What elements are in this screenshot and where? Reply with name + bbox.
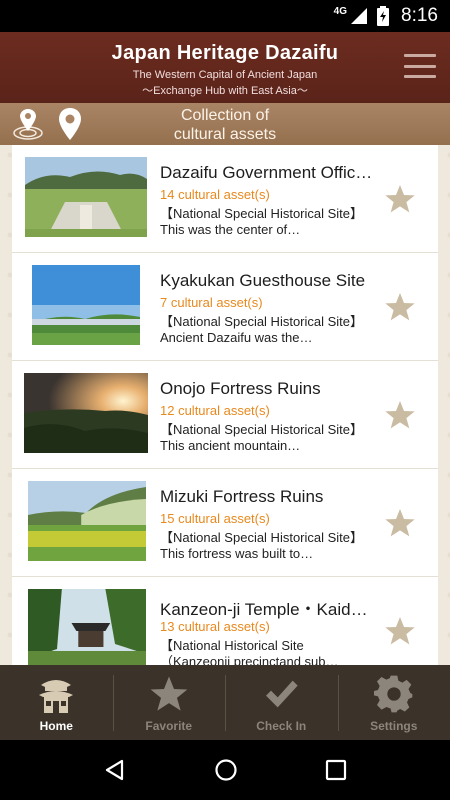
nav-favorite[interactable]: Favorite — [112, 665, 226, 740]
nav-settings-label: Settings — [370, 719, 418, 733]
asset-count: 13 cultural asset(s) — [160, 619, 270, 634]
item-title: Dazaifu Government Offic… — [160, 163, 373, 182]
list-item[interactable]: Kanzeon-ji Temple・Kaid… 13 cultural asse… — [12, 577, 438, 665]
battery-icon — [377, 6, 390, 26]
recents-square-icon[interactable] — [325, 759, 347, 781]
star-icon — [150, 676, 188, 711]
item-title: Kyakukan Guesthouse Site — [160, 271, 366, 290]
signal-icon — [351, 8, 368, 24]
list-item[interactable]: Onojo Fortress Ruins 12 cultural asset(s… — [12, 361, 438, 469]
bottom-navigation: Home Favorite Check In Settings — [0, 665, 450, 740]
back-icon[interactable] — [103, 758, 127, 782]
app-header: Japan Heritage Dazaifu The Western Capit… — [0, 32, 450, 103]
content-area: Dazaifu Government Offic… 14 cultural as… — [0, 145, 450, 665]
item-description: 【National Special Historical Site】Ancien… — [160, 314, 364, 345]
item-description: 【National Special Historical Site】This w… — [160, 206, 364, 237]
app-subtitle-secondary: ～Exchange Hub with East Asia～ — [142, 85, 308, 97]
clock: 8:16 — [401, 5, 438, 26]
item-description: 【National Special Historical Site】This f… — [160, 530, 364, 561]
item-title: Kanzeon-ji Temple・Kaid… — [160, 600, 368, 619]
thumbnail-image — [25, 157, 147, 237]
item-title: Onojo Fortress Ruins — [160, 379, 321, 398]
nav-checkin-label: Check In — [256, 719, 307, 733]
item-title: Mizuki Fortress Ruins — [160, 487, 324, 506]
app-title: Japan Heritage Dazaifu — [111, 42, 339, 64]
app-subtitle: The Western Capital of Ancient Japan — [132, 69, 318, 81]
section-bar: Collection of cultural assets — [0, 103, 450, 145]
nav-favorite-label: Favorite — [145, 719, 193, 733]
favorite-star-icon[interactable] — [384, 291, 416, 323]
nav-home-label: Home — [39, 719, 73, 733]
checkmark-icon — [266, 680, 298, 708]
favorite-star-icon[interactable] — [384, 399, 416, 431]
asset-count: 14 cultural asset(s) — [160, 187, 270, 202]
cultural-asset-list: Dazaifu Government Offic… 14 cultural as… — [12, 145, 438, 665]
thumbnail-image — [28, 589, 146, 665]
thumbnail-image — [32, 265, 140, 345]
favorite-star-icon[interactable] — [384, 183, 416, 215]
favorite-star-icon[interactable] — [384, 615, 416, 647]
status-bar: 4G 8:16 — [0, 0, 450, 32]
network-type: 4G — [333, 5, 348, 17]
thumbnail-image — [28, 481, 146, 561]
map-pin-icon[interactable] — [58, 107, 82, 141]
gear-icon — [373, 675, 413, 713]
item-description: 【National Historical Site（Kanzeonji prec… — [160, 638, 339, 665]
list-item[interactable]: Kyakukan Guesthouse Site 7 cultural asse… — [12, 253, 438, 361]
nav-settings[interactable]: Settings — [337, 665, 450, 740]
list-item[interactable]: Mizuki Fortress Ruins 15 cultural asset(… — [12, 469, 438, 577]
thumbnail-image — [24, 373, 148, 453]
asset-count: 12 cultural asset(s) — [160, 403, 270, 418]
nearby-radar-icon[interactable] — [12, 107, 44, 141]
nav-home[interactable]: Home — [0, 665, 113, 740]
favorite-star-icon[interactable] — [384, 507, 416, 539]
item-description: 【National Special Historical Site】This a… — [160, 422, 364, 453]
home-gate-icon — [39, 680, 74, 713]
system-navigation-bar — [0, 740, 450, 800]
asset-count: 7 cultural asset(s) — [160, 295, 263, 310]
list-item[interactable]: Dazaifu Government Offic… 14 cultural as… — [12, 145, 438, 253]
nav-checkin[interactable]: Check In — [225, 665, 338, 740]
home-circle-icon[interactable] — [214, 758, 238, 782]
asset-count: 15 cultural asset(s) — [160, 511, 270, 526]
hamburger-menu-icon[interactable] — [404, 54, 436, 78]
